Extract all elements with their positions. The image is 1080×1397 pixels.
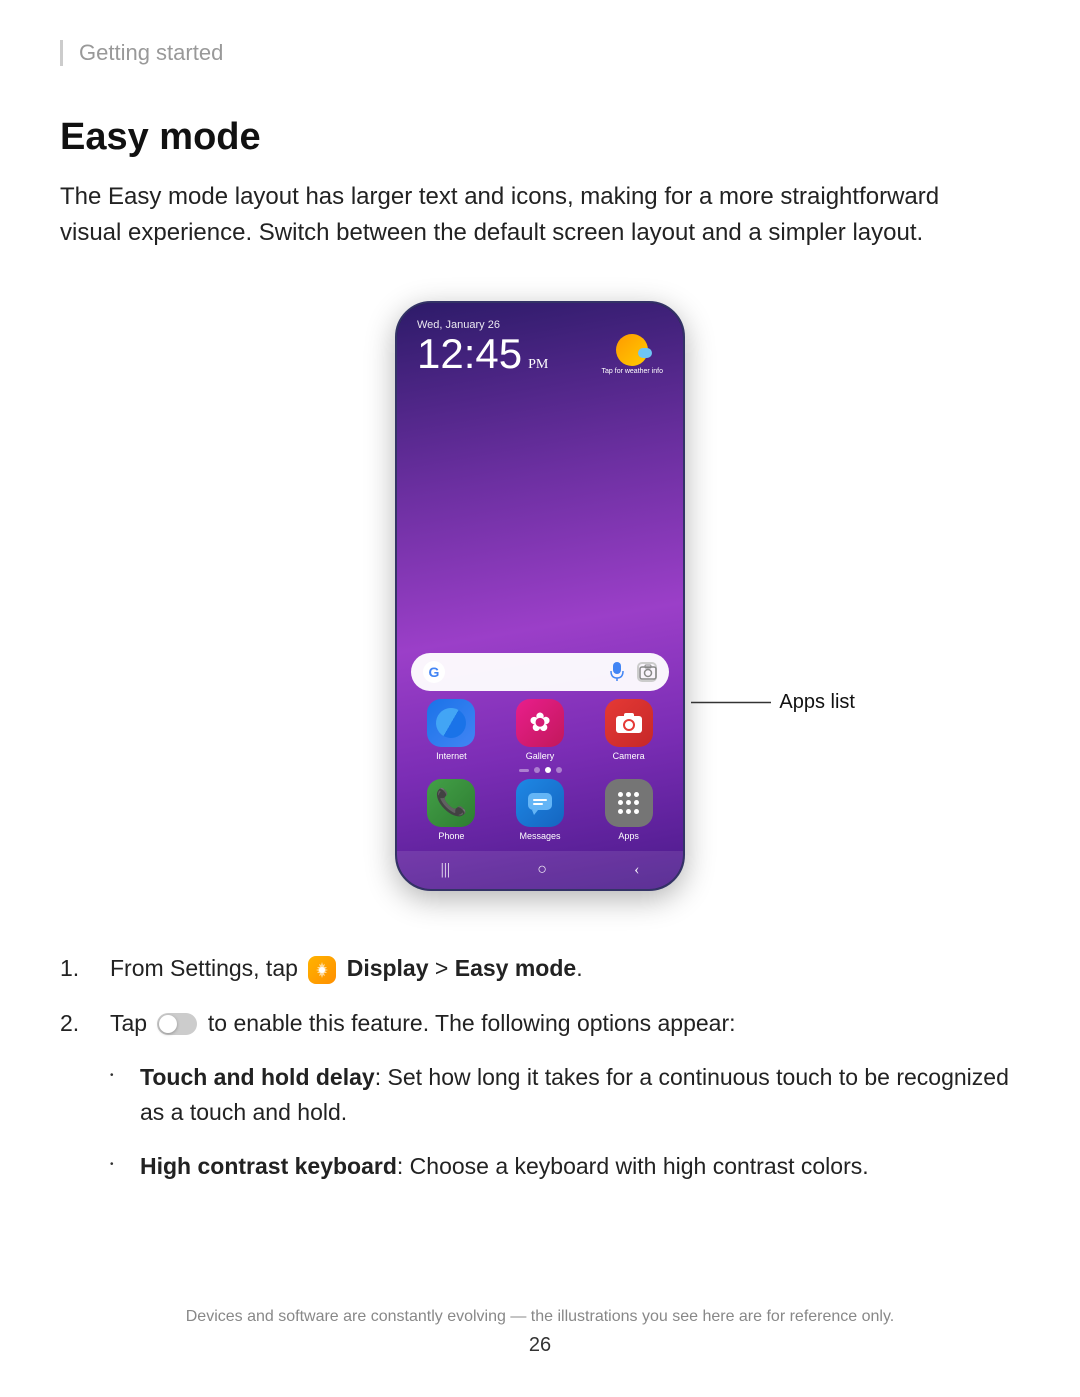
google-logo: G (423, 661, 445, 683)
phone-wrapper: Wed, January 26 12:45 PM Tap for weather… (395, 301, 685, 891)
apps-row-1: Internet ✿ Gallery (397, 699, 683, 761)
gear-icon (314, 962, 330, 978)
nav-home-icon: ○ (537, 861, 547, 879)
phone-time: 12:45 (417, 330, 522, 377)
app-apps: Apps (605, 779, 653, 841)
step-1-content: From Settings, tap Display > Easy mode. (110, 951, 1020, 986)
step-2-suffix: to enable this feature. The following op… (208, 1010, 736, 1036)
dot-line (519, 769, 529, 772)
weather-widget: Tap for weather info (602, 334, 663, 375)
bullet-dot-2: • (110, 1157, 140, 1172)
apps-icon (605, 779, 653, 827)
phone-frame: Wed, January 26 12:45 PM Tap for weather… (395, 301, 685, 891)
breadcrumb-text: Getting started (79, 40, 223, 65)
step-2-content: Tap to enable this feature. The followin… (110, 1006, 1020, 1041)
apps-list-label: Apps list (779, 691, 855, 714)
phone-illustration: Wed, January 26 12:45 PM Tap for weather… (60, 301, 1020, 891)
weather-tap-text: Tap for weather info (602, 368, 663, 375)
phone-date: Wed, January 26 (417, 319, 663, 331)
gallery-icon: ✿ (516, 699, 564, 747)
phone-time-display: 12:45 PM (417, 333, 548, 375)
camera-label: Camera (613, 751, 645, 761)
apps-row-2: 📞 Phone (397, 779, 683, 841)
sub-bullet-1-content: Touch and hold delay: Set how long it ta… (140, 1060, 1020, 1129)
steps-section: 1. From Settings, tap Display > Easy mod… (60, 951, 1020, 1184)
weather-icon (616, 334, 648, 366)
phone-wallpaper (397, 381, 683, 645)
search-mic-icon (607, 662, 627, 682)
toggle-knob (159, 1015, 177, 1033)
phone-label: Phone (438, 831, 464, 841)
dot-active (545, 767, 551, 773)
apps-label: Apps (618, 831, 639, 841)
step-2: 2. Tap to enable this feature. The follo… (60, 1006, 1020, 1041)
step-1-display: Display > Easy mode. (347, 955, 583, 981)
bullet-dot-1: • (110, 1068, 140, 1083)
phone-time-row: 12:45 PM Tap for weather info (417, 333, 663, 375)
grid-dots (618, 792, 640, 814)
footer: Devices and software are constantly evol… (0, 1308, 1080, 1357)
messages-icon (516, 779, 564, 827)
internet-label: Internet (436, 751, 467, 761)
colon-2: : Choose a keyboard with high contrast c… (397, 1153, 869, 1179)
messages-label: Messages (519, 831, 560, 841)
step-1: 1. From Settings, tap Display > Easy mod… (60, 951, 1020, 986)
app-internet: Internet (427, 699, 475, 761)
app-camera: Camera (605, 699, 653, 761)
camera-icon (605, 699, 653, 747)
dot-inactive (534, 767, 540, 773)
search-camera-icon (637, 662, 657, 682)
step-1-number: 1. (60, 951, 110, 986)
phone-bottom-nav: ||| ○ ‹ (397, 851, 683, 889)
footer-note: Devices and software are constantly evol… (0, 1308, 1080, 1326)
phone-icon: 📞 (427, 779, 475, 827)
step-2-text: Tap (110, 1010, 153, 1036)
sub-bullet-1: • Touch and hold delay: Set how long it … (110, 1060, 1020, 1129)
step-1-prefix: From Settings, tap (110, 955, 304, 981)
sub-bullet-2: • High contrast keyboard: Choose a keybo… (110, 1149, 1020, 1184)
annotation-line-svg (691, 701, 771, 704)
phone-screen: Wed, January 26 12:45 PM Tap for weather… (397, 303, 683, 889)
gallery-label: Gallery (526, 751, 555, 761)
step-2-number: 2. (60, 1006, 110, 1041)
toggle-switch[interactable] (157, 1013, 197, 1035)
nav-menu-icon: ||| (441, 861, 451, 879)
sub-bullet-2-content: High contrast keyboard: Choose a keyboar… (140, 1149, 869, 1184)
page-title: Easy mode (60, 116, 1020, 159)
phone-status-area: Wed, January 26 12:45 PM Tap for weather… (397, 303, 683, 381)
page-description: The Easy mode layout has larger text and… (60, 179, 960, 251)
app-gallery: ✿ Gallery (516, 699, 564, 761)
settings-icon-inline (308, 956, 336, 984)
app-phone: 📞 Phone (427, 779, 475, 841)
touch-hold-term: Touch and hold delay (140, 1064, 375, 1090)
nav-back-icon: ‹ (634, 861, 639, 879)
breadcrumb: Getting started (60, 40, 1020, 66)
dot-inactive2 (556, 767, 562, 773)
sub-bullets: • Touch and hold delay: Set how long it … (60, 1060, 1020, 1184)
internet-icon (427, 699, 475, 747)
high-contrast-term: High contrast keyboard (140, 1153, 397, 1179)
app-messages: Messages (516, 779, 564, 841)
apps-list-annotation: Apps list (691, 691, 855, 714)
sub-bullets-indent: • Touch and hold delay: Set how long it … (110, 1060, 1020, 1184)
page-dots (397, 767, 683, 773)
phone-ampm: PM (528, 357, 548, 372)
google-search-bar[interactable]: G (411, 653, 669, 691)
footer-page-number: 26 (0, 1334, 1080, 1357)
